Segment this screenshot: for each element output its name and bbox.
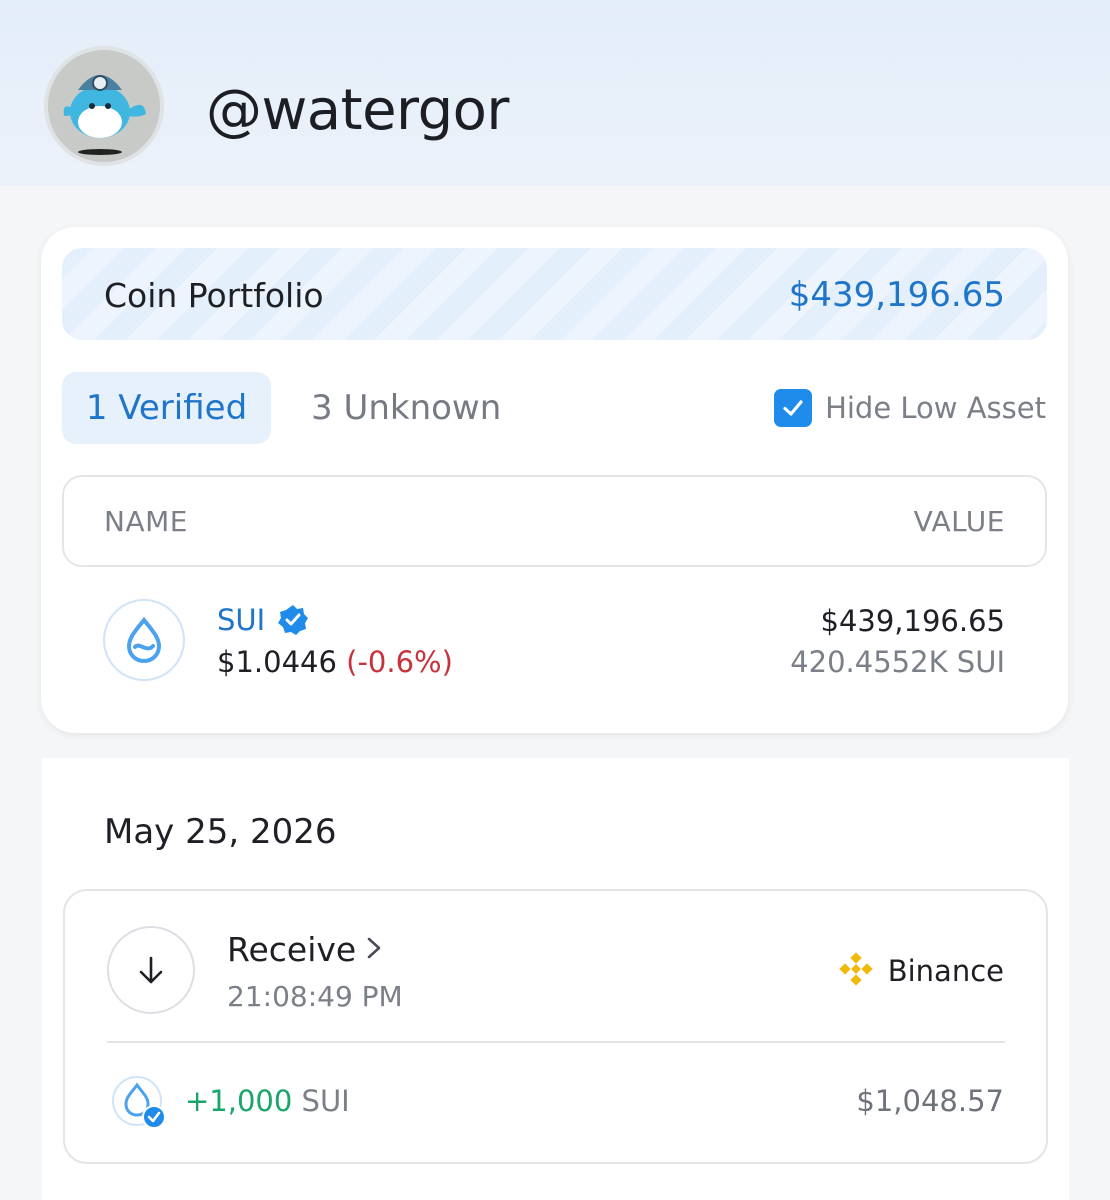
portfolio-label: Coin Portfolio <box>104 276 324 315</box>
coin-price-value: $1.0446 <box>217 645 337 679</box>
column-header-value: VALUE <box>913 505 1005 538</box>
divider <box>107 1041 1005 1043</box>
column-header-name: NAME <box>104 505 188 538</box>
binance-logo-icon <box>839 952 873 986</box>
coin-price-change: (-0.6%) <box>346 645 453 679</box>
profile-header: @watergor <box>0 0 1110 186</box>
arrow-down-icon <box>107 926 195 1014</box>
whale-avatar-icon <box>48 50 160 162</box>
transaction-time: 21:08:49 PM <box>227 980 403 1013</box>
hide-low-asset-toggle[interactable]: Hide Low Asset <box>774 387 1046 429</box>
transaction-source: Binance <box>836 951 1004 991</box>
transaction-amount-value: +1,000 <box>185 1084 293 1118</box>
verified-badge-icon <box>278 605 308 635</box>
checkbox-checked-icon[interactable] <box>774 389 813 427</box>
table-row[interactable]: SUI $1.0446 (-0.6%) $439,196.65 420.4552… <box>62 587 1047 697</box>
coin-name: SUI <box>217 603 266 637</box>
hide-low-asset-label: Hide Low Asset <box>825 391 1046 425</box>
transaction-value: $1,048.57 <box>856 1084 1004 1118</box>
sui-droplet-icon <box>103 599 185 681</box>
sui-verified-icon <box>112 1076 166 1129</box>
tab-verified[interactable]: 1 Verified <box>62 372 271 444</box>
transaction-history: May 25, 2026 Receive 21:08:49 PM Binance <box>42 758 1069 1200</box>
tab-unknown[interactable]: 3 Unknown <box>311 372 501 444</box>
coin-value: $439,196.65 <box>820 604 1006 638</box>
username: @watergor <box>206 78 509 143</box>
coin-amount: 420.4552K SUI <box>790 645 1005 679</box>
avatar[interactable] <box>44 46 164 166</box>
transaction-amount-unit: SUI <box>301 1084 350 1118</box>
transaction-date: May 25, 2026 <box>104 812 337 852</box>
portfolio-summary-banner: Coin Portfolio $439,196.65 <box>62 248 1047 340</box>
transaction-card[interactable]: Receive 21:08:49 PM Binance +1,000 SUI $… <box>63 889 1048 1164</box>
transaction-source-name: Binance <box>887 954 1004 988</box>
portfolio-total-value: $439,196.65 <box>788 275 1005 315</box>
transaction-type[interactable]: Receive <box>227 930 356 969</box>
transaction-amount: +1,000 SUI <box>185 1084 350 1118</box>
table-header: NAME VALUE <box>62 475 1047 567</box>
chevron-right-icon[interactable] <box>363 935 385 961</box>
coin-price: $1.0446 (-0.6%) <box>217 645 453 679</box>
coin-portfolio-card: Coin Portfolio $439,196.65 1 Verified 3 … <box>41 227 1068 733</box>
